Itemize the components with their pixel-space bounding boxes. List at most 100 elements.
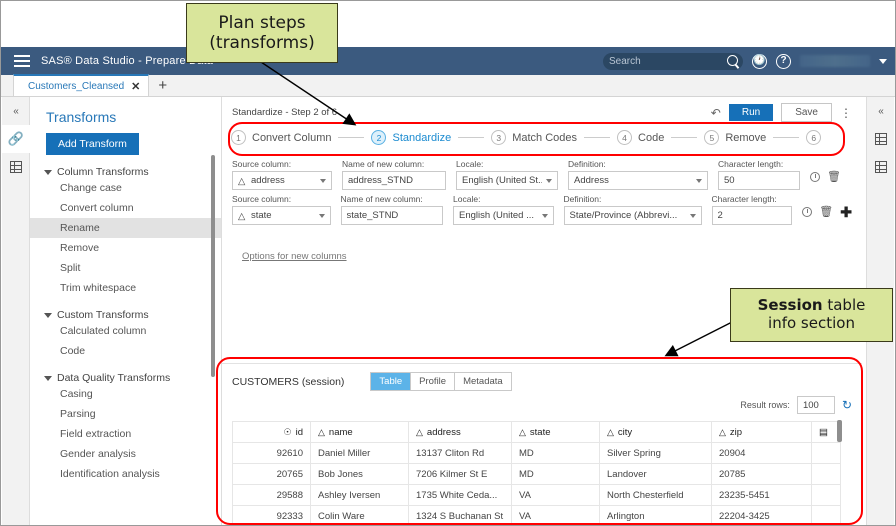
step-title: Standardize - Step 2 of 6 xyxy=(232,107,338,118)
app-window: SAS® Data Studio - Prepare Data Search 🕐… xyxy=(0,0,896,526)
plan-step-1[interactable]: 1 Convert Column xyxy=(231,130,331,145)
plus-icon[interactable]: ✚ xyxy=(840,205,852,219)
plan-icon[interactable]: 🔗 xyxy=(2,125,30,153)
character-length-input-2[interactable]: 2 xyxy=(711,206,793,225)
collapse-left-panel-button[interactable]: « xyxy=(2,97,30,125)
trash-icon[interactable]: 🗑 xyxy=(819,205,833,218)
help-icon[interactable]: ? xyxy=(776,53,791,69)
locale-select-2[interactable]: English (United ... xyxy=(453,206,554,225)
step-label: Code xyxy=(638,131,665,144)
step-number: 5 xyxy=(704,130,720,145)
clock-icon[interactable] xyxy=(810,171,820,182)
close-icon[interactable]: ✕ xyxy=(131,80,140,93)
plan-step-4[interactable]: 4 Code xyxy=(617,130,664,145)
field-label: Definition: xyxy=(563,194,602,204)
definition-select-2[interactable]: State/Province (Abbrevi... xyxy=(563,206,702,225)
field-label: Source column: xyxy=(232,194,292,204)
clock-history-icon[interactable]: 🕐 xyxy=(752,53,767,69)
tab-metadata[interactable]: Metadata xyxy=(455,373,511,390)
char-icon: △ xyxy=(519,426,526,437)
run-button[interactable]: Run xyxy=(728,104,774,121)
properties-icon[interactable] xyxy=(867,125,895,153)
source-column-select-2[interactable]: △ state xyxy=(232,206,331,225)
character-length-field-2: Character length: 2 xyxy=(711,194,793,225)
chevron-down-icon[interactable] xyxy=(879,58,887,64)
transform-parsing[interactable]: Parsing xyxy=(30,404,221,424)
plan-step-2[interactable]: 2 Standardize xyxy=(371,130,451,145)
field-label: Locale: xyxy=(456,159,484,169)
transform-gender-analysis[interactable]: Gender analysis xyxy=(30,444,221,464)
clock-icon[interactable] xyxy=(802,206,813,217)
plan-step-6[interactable]: 6 xyxy=(806,130,822,145)
add-transform-button[interactable]: Add Transform xyxy=(46,133,139,155)
table-scrollbar[interactable] xyxy=(837,420,842,442)
group-label: Data Quality Transforms xyxy=(57,372,171,384)
group-label: Custom Transforms xyxy=(57,309,149,321)
column-header-name[interactable]: △ name xyxy=(310,421,409,443)
tab-profile[interactable]: Profile xyxy=(411,373,456,390)
step-connector xyxy=(584,137,611,138)
column-header-state[interactable]: △ state xyxy=(511,421,600,443)
search-icon[interactable] xyxy=(727,54,738,66)
options-for-new-columns-link[interactable]: Options for new columns xyxy=(242,251,347,262)
character-length-input-1[interactable]: 50 xyxy=(718,171,800,190)
plan-step-3[interactable]: 3 Match Codes xyxy=(491,130,577,145)
source-column-select-1[interactable]: △ address xyxy=(232,171,332,190)
header-right-tools: Search 🕐 ? xyxy=(603,52,895,70)
transform-change-case[interactable]: Change case xyxy=(30,178,221,198)
table-row[interactable]: 20765 Bob Jones 7206 Kilmer St E MD Land… xyxy=(232,463,841,485)
step-actions: ↶ Run Save ⋮ xyxy=(711,103,852,122)
refresh-icon[interactable]: ↻ xyxy=(842,398,852,412)
column-header-address[interactable]: △ address xyxy=(408,421,512,443)
group-column-transforms[interactable]: Column Transforms xyxy=(44,166,221,178)
field-label: Character length: xyxy=(711,194,777,204)
table-details-icon[interactable] xyxy=(867,153,895,181)
transform-trim-whitespace[interactable]: Trim whitespace xyxy=(30,278,221,298)
transform-split[interactable]: Split xyxy=(30,258,221,278)
plan-step-5[interactable]: 5 Remove xyxy=(704,130,766,145)
user-name-redacted[interactable] xyxy=(800,55,870,67)
definition-select-1[interactable]: Address xyxy=(568,171,708,190)
cell-state: MD xyxy=(511,442,600,464)
panel-scrollbar[interactable] xyxy=(211,155,215,377)
transform-code[interactable]: Code xyxy=(30,341,221,361)
transform-remove[interactable]: Remove xyxy=(30,238,221,258)
search-input[interactable]: Search xyxy=(603,52,743,70)
application-header: SAS® Data Studio - Prepare Data Search 🕐… xyxy=(1,47,895,75)
field-value: English (United ... xyxy=(459,210,535,221)
column-header-city[interactable]: △ city xyxy=(599,421,712,443)
column-header-id[interactable]: ☉ id xyxy=(232,421,311,443)
definition-field-1: Definition: Address xyxy=(568,159,708,190)
kebab-menu-icon[interactable]: ⋮ xyxy=(840,107,852,119)
transform-calculated-column[interactable]: Calculated column xyxy=(30,321,221,341)
table-row[interactable]: 29588 Ashley Iversen 1735 White Ceda... … xyxy=(232,484,841,506)
char-icon: △ xyxy=(607,426,614,437)
add-tab-button[interactable]: + xyxy=(158,77,167,94)
tab-customers-cleansed[interactable]: Customers_Cleansed ✕ xyxy=(13,74,150,96)
transform-field-extraction[interactable]: Field extraction xyxy=(30,424,221,444)
chevron-down-icon xyxy=(541,213,548,218)
save-button[interactable]: Save xyxy=(781,103,832,122)
collapse-right-panel-button[interactable]: « xyxy=(867,97,895,125)
table-row[interactable]: 92610 Daniel Miller 13137 Cliton Rd MD S… xyxy=(232,442,841,464)
hamburger-icon[interactable] xyxy=(7,55,37,67)
table-row[interactable]: 92333 Colin Ware 1324 S Buchanan St VA A… xyxy=(232,505,841,525)
group-data-quality-transforms[interactable]: Data Quality Transforms xyxy=(44,372,221,384)
undo-icon[interactable]: ↶ xyxy=(711,106,721,120)
group-custom-transforms[interactable]: Custom Transforms xyxy=(44,309,221,321)
transform-casing[interactable]: Casing xyxy=(30,384,221,404)
transform-identification-analysis[interactable]: Identification analysis xyxy=(30,464,221,484)
transform-convert-column[interactable]: Convert column xyxy=(30,198,221,218)
callout-line-1: Plan steps xyxy=(218,12,306,33)
table-icon[interactable] xyxy=(2,153,30,181)
callout-line-1: Session table xyxy=(758,296,866,315)
step-label: Match Codes xyxy=(512,131,578,144)
column-header-zip[interactable]: △ zip xyxy=(711,421,812,443)
tab-table[interactable]: Table xyxy=(371,373,412,390)
result-rows-input[interactable]: 100 xyxy=(796,396,835,414)
new-column-name-input-2[interactable]: state_STND xyxy=(340,206,444,225)
new-column-name-input-1[interactable]: address_STND xyxy=(342,171,446,190)
transform-rename[interactable]: Rename xyxy=(30,218,221,238)
locale-select-1[interactable]: English (United St... xyxy=(456,171,558,190)
trash-icon[interactable]: 🗑 xyxy=(827,170,841,183)
